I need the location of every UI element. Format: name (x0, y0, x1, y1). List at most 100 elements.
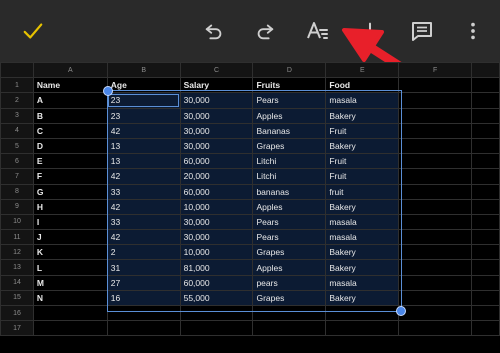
cell[interactable]: 42 (106, 168, 181, 185)
cell[interactable]: 42 (106, 198, 181, 215)
cell[interactable]: E (32, 153, 108, 170)
cell[interactable] (471, 92, 500, 109)
cell[interactable] (471, 229, 500, 246)
cell[interactable]: Litchi (252, 168, 327, 185)
cell[interactable]: Fruits (252, 77, 327, 94)
cell[interactable] (325, 320, 400, 337)
cell[interactable]: G (32, 183, 108, 200)
cell[interactable] (398, 92, 473, 109)
cell[interactable]: 30,000 (179, 92, 254, 109)
cell[interactable]: 42 (106, 229, 181, 246)
cell[interactable]: Food (325, 77, 400, 94)
cell[interactable]: D (32, 137, 108, 155)
cell[interactable]: masala (325, 213, 400, 231)
row-header[interactable]: 14 (0, 274, 34, 291)
row-header[interactable]: 5 (0, 137, 34, 155)
row-header[interactable]: 3 (0, 107, 34, 124)
cell[interactable] (398, 229, 473, 246)
insert-plus-icon[interactable] (353, 14, 387, 48)
cell[interactable]: L (32, 259, 108, 276)
cell[interactable] (471, 122, 500, 139)
redo-icon[interactable] (248, 14, 282, 48)
cell[interactable]: Apples (252, 198, 327, 215)
cell[interactable] (398, 168, 473, 185)
cell[interactable]: masala (325, 92, 400, 109)
row-header[interactable]: 17 (0, 320, 34, 337)
cell[interactable]: Bakery (325, 244, 400, 261)
row-header[interactable]: 15 (0, 289, 34, 307)
cell[interactable]: bananas (252, 183, 327, 200)
cell[interactable]: J (32, 229, 108, 246)
cell[interactable]: B (32, 107, 108, 124)
row-header[interactable]: 13 (0, 259, 34, 276)
cell[interactable] (32, 304, 108, 322)
cell[interactable] (106, 320, 181, 337)
cell[interactable]: 31 (106, 259, 181, 276)
cell[interactable]: N (32, 289, 108, 307)
cell[interactable] (106, 304, 181, 322)
column-header-extra[interactable] (471, 61, 500, 79)
cell[interactable]: 30,000 (179, 107, 254, 124)
cell[interactable]: Bakery (325, 289, 400, 307)
selection-handle-bottom-right[interactable] (396, 306, 406, 316)
row-header[interactable]: 16 (0, 304, 34, 322)
cell[interactable] (471, 213, 500, 231)
column-header-b[interactable]: B (106, 61, 181, 79)
row-header[interactable]: 1 (0, 77, 34, 94)
cell[interactable]: Salary (179, 77, 254, 94)
cell[interactable]: Bakery (325, 198, 400, 215)
cell[interactable] (471, 244, 500, 261)
undo-icon[interactable] (197, 14, 231, 48)
cell[interactable]: Grapes (252, 289, 327, 307)
cell[interactable]: 30,000 (179, 122, 254, 139)
cell[interactable]: Litchi (252, 153, 327, 170)
more-vertical-icon[interactable] (456, 14, 490, 48)
cell[interactable]: Bananas (252, 122, 327, 139)
cell[interactable]: 55,000 (179, 289, 254, 307)
cell[interactable] (471, 304, 500, 322)
cell[interactable]: Age (106, 77, 181, 94)
comment-icon[interactable] (405, 14, 439, 48)
confirm-check-icon[interactable] (16, 14, 50, 48)
cell[interactable]: Pears (252, 229, 327, 246)
cell[interactable] (398, 259, 473, 276)
cell[interactable] (398, 77, 473, 94)
cell[interactable] (252, 304, 327, 322)
cell[interactable]: 13 (106, 153, 181, 170)
cell[interactable]: 27 (106, 274, 181, 291)
cell[interactable]: masala (325, 274, 400, 291)
cell[interactable] (398, 244, 473, 261)
column-header-a[interactable]: A (32, 61, 108, 79)
cell[interactable]: 30,000 (179, 229, 254, 246)
row-header[interactable]: 9 (0, 198, 34, 215)
column-header-d[interactable]: D (252, 61, 327, 79)
cell[interactable] (252, 320, 327, 337)
cell[interactable]: masala (325, 229, 400, 246)
cell[interactable] (471, 274, 500, 291)
cell[interactable] (471, 137, 500, 155)
cell[interactable]: Pears (252, 213, 327, 231)
cell[interactable]: F (32, 168, 108, 185)
cell[interactable]: Pears (252, 92, 327, 109)
cell[interactable] (179, 320, 254, 337)
cell[interactable]: Bakery (325, 137, 400, 155)
cell[interactable] (471, 168, 500, 185)
cell[interactable]: 33 (106, 183, 181, 200)
cell[interactable]: 10,000 (179, 198, 254, 215)
cell[interactable]: 20,000 (179, 168, 254, 185)
cell[interactable] (398, 183, 473, 200)
cell[interactable]: 2 (106, 244, 181, 261)
cell[interactable]: Fruit (325, 122, 400, 139)
cell[interactable]: 13 (106, 137, 181, 155)
cell[interactable]: 60,000 (179, 274, 254, 291)
row-header[interactable]: 12 (0, 244, 34, 261)
cell[interactable]: H (32, 198, 108, 215)
cell[interactable]: Fruit (325, 153, 400, 170)
cell[interactable]: Grapes (252, 137, 327, 155)
cell[interactable]: 33 (106, 213, 181, 231)
cell[interactable]: Apples (252, 259, 327, 276)
cell[interactable] (471, 259, 500, 276)
cell[interactable]: K (32, 244, 108, 261)
column-header-f[interactable]: F (398, 61, 473, 79)
cell[interactable] (398, 289, 473, 307)
